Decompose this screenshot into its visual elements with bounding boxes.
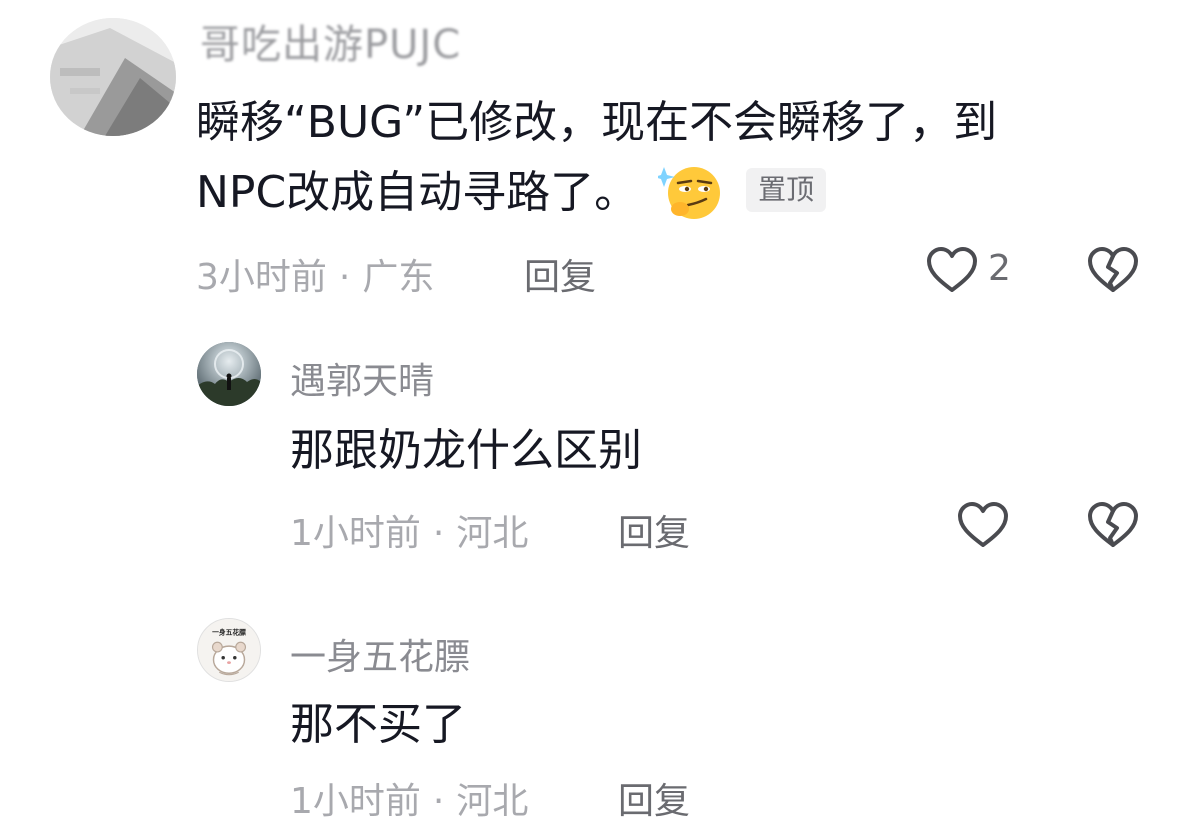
broken-heart-icon	[1088, 247, 1138, 292]
pinned-badge: 置顶	[746, 168, 827, 212]
reply-item: 遇郭天晴 那跟奶龙什么区别 1小时前 · 河北 回复	[0, 328, 1200, 568]
meta-separator: ·	[338, 257, 351, 298]
reply-button[interactable]: 回复	[618, 772, 690, 824]
avatar-image	[50, 18, 176, 136]
comment-text-line-2: NPC改成自动寻路了。 置顶	[196, 158, 1156, 228]
comment-time: 1小时前	[290, 513, 421, 554]
comment-meta: 1小时前 · 河北	[290, 504, 528, 556]
comment-text-line: NPC改成自动寻路了。	[196, 167, 639, 218]
avatar[interactable]	[197, 342, 261, 406]
heart-outline-icon	[958, 502, 1008, 547]
comment-location: 广东	[362, 257, 435, 298]
like-count: 2	[988, 248, 1011, 289]
like-button[interactable]	[925, 245, 979, 295]
like-button[interactable]	[956, 500, 1010, 550]
reply-button[interactable]: 回复	[618, 504, 690, 556]
dislike-button[interactable]	[1086, 245, 1140, 295]
comment-time: 1小时前	[290, 781, 421, 822]
comment-location: 河北	[456, 781, 529, 822]
comment-text: 那不买了	[290, 699, 466, 750]
comment-meta: 3小时前 · 广东	[196, 248, 434, 300]
username[interactable]: 一身五花膘	[290, 628, 470, 680]
avatar[interactable]	[50, 18, 176, 136]
comment-meta: 1小时前 · 河北	[290, 772, 528, 824]
heart-outline-icon	[927, 247, 977, 292]
comment-item: 哥吃出游PUJC 瞬移“BUG”已修改，现在不会瞬移了，到 NPC改成自动寻路了…	[0, 0, 1200, 320]
avatar-text: 一身五花膘	[212, 628, 246, 637]
broken-heart-icon	[1088, 502, 1138, 547]
meta-separator: ·	[432, 781, 445, 822]
dislike-button[interactable]	[1086, 500, 1140, 550]
hamster-avatar-image: 一身五花膘	[198, 619, 260, 681]
avatar-image	[197, 342, 261, 406]
avatar[interactable]: 一身五花膘	[197, 618, 261, 682]
comment-location: 河北	[456, 513, 529, 554]
comment-list: 哥吃出游PUJC 瞬移“BUG”已修改，现在不会瞬移了，到 NPC改成自动寻路了…	[0, 0, 1200, 839]
username[interactable]: 哥吃出游PUJC	[200, 12, 461, 70]
comment-text: 那跟奶龙什么区别	[290, 425, 642, 476]
comment-time: 3小时前	[196, 257, 327, 298]
smirk-emoji-icon	[654, 161, 724, 221]
reply-button[interactable]: 回复	[524, 248, 596, 300]
meta-separator: ·	[432, 513, 445, 554]
reply-item: 一身五花膘 一身五花膘 那不买了 1小时前 · 河北 回复	[0, 600, 1200, 839]
comment-text: 瞬移“BUG”已修改，现在不会瞬移了，到 NPC改成自动寻路了。 置顶	[196, 88, 1156, 228]
username[interactable]: 遇郭天晴	[290, 352, 434, 404]
comment-text-line: 瞬移“BUG”已修改，现在不会瞬移了，到	[196, 97, 998, 148]
